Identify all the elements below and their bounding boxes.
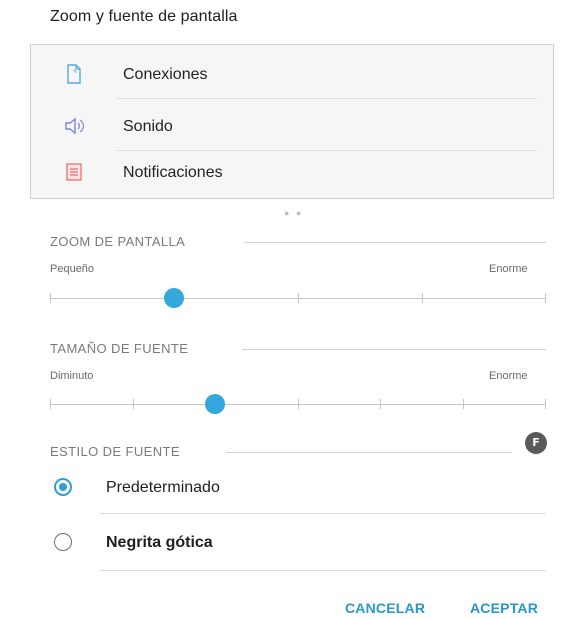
accept-button[interactable]: ACEPTAR <box>470 600 538 616</box>
slider-tick <box>50 399 51 409</box>
section-rule <box>244 242 546 243</box>
font-size-title: TAMAÑO DE FUENTE <box>50 341 189 356</box>
screen-zoom-title: ZOOM DE PANTALLA <box>50 234 186 249</box>
font-style-title: ESTILO DE FUENTE <box>50 444 180 459</box>
preview-item-notifications: Notificaciones <box>31 147 553 199</box>
divider <box>117 98 537 99</box>
preview-panel: Conexiones Sonido Notificaciones <box>30 44 554 199</box>
preview-item-label: Conexiones <box>123 66 208 83</box>
divider <box>100 513 546 514</box>
font-size-slider[interactable] <box>50 392 546 416</box>
section-rule <box>226 452 512 453</box>
preview-item-label: Notificaciones <box>123 164 223 181</box>
slider-tick <box>380 399 381 409</box>
screen-zoom-max-label: Enorme <box>489 263 528 275</box>
notifications-list-icon <box>63 161 85 183</box>
screen-zoom-thumb[interactable] <box>164 288 184 308</box>
font-style-option-gothic-bold[interactable]: Negrita gótica <box>40 525 550 561</box>
speaker-icon <box>63 115 85 137</box>
preview-item-label: Sonido <box>123 118 173 135</box>
font-download-icon[interactable]: F <box>525 432 547 454</box>
slider-tick <box>545 399 546 409</box>
font-size-min-label: Diminuto <box>50 370 94 382</box>
font-style-option-default[interactable]: Predeterminado <box>40 470 550 506</box>
slider-tick <box>422 293 423 303</box>
slider-tick <box>298 293 299 303</box>
font-size-thumb[interactable] <box>205 394 225 414</box>
slider-tick <box>545 293 546 303</box>
page-indicator: ● ● <box>284 208 304 218</box>
screen-zoom-slider[interactable] <box>50 286 546 310</box>
font-style-option-label: Predeterminado <box>106 479 220 496</box>
radio-button-selected[interactable] <box>54 478 72 496</box>
font-size-max-label: Enorme <box>489 370 528 382</box>
slider-tick <box>133 399 134 409</box>
radio-button-unselected[interactable] <box>54 533 72 551</box>
screen-zoom-min-label: Pequeño <box>50 263 95 275</box>
connections-doc-icon <box>63 63 85 85</box>
preview-item-sound: Sonido <box>31 101 553 153</box>
slider-tick <box>463 399 464 409</box>
preview-item-connections: Conexiones <box>31 49 553 101</box>
cancel-button[interactable]: CANCELAR <box>345 600 425 616</box>
dialog-title: Zoom y fuente de pantalla <box>50 8 238 25</box>
section-rule <box>242 349 546 350</box>
divider <box>100 570 546 571</box>
slider-tick <box>298 399 299 409</box>
slider-tick <box>50 293 51 303</box>
font-style-option-label: Negrita gótica <box>106 534 213 551</box>
